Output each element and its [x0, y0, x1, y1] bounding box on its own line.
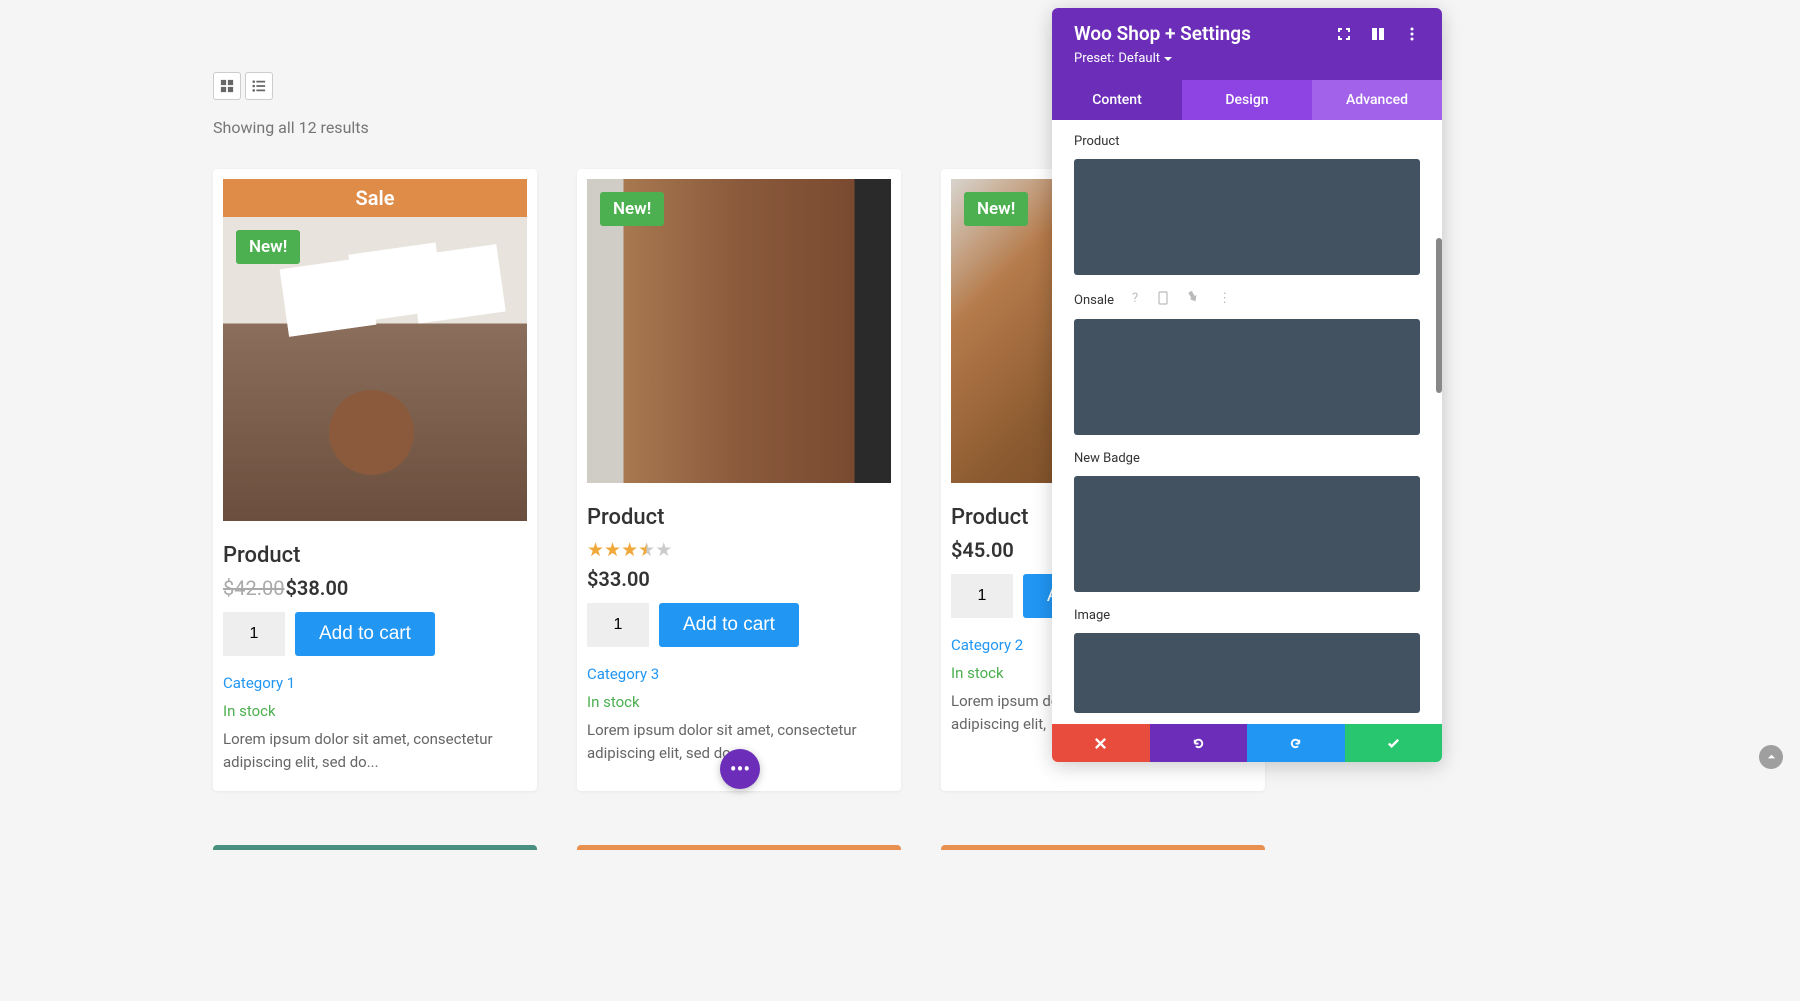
code-editor-product[interactable]: [1074, 159, 1420, 275]
add-to-cart-button[interactable]: Add to cart: [295, 612, 435, 656]
tab-content[interactable]: Content: [1052, 80, 1182, 120]
tab-design[interactable]: Design: [1182, 80, 1312, 120]
star-icon: ★: [638, 538, 655, 561]
new-badge: New!: [236, 230, 300, 264]
code-editor-image[interactable]: [1074, 633, 1420, 713]
star-icon: ★: [621, 538, 638, 561]
new-badge: New!: [600, 192, 664, 226]
star-icon: ★: [587, 538, 604, 561]
setting-label-onsale: Onsale: [1074, 293, 1114, 308]
save-button[interactable]: [1345, 724, 1443, 762]
sale-badge: Sale: [223, 179, 527, 217]
expand-icon[interactable]: [1336, 26, 1352, 42]
setting-label-image: Image: [1074, 608, 1420, 623]
product-title[interactable]: Product: [223, 543, 527, 568]
more-options-fab[interactable]: •••: [720, 749, 760, 789]
preset-selector[interactable]: Preset: Default: [1074, 51, 1420, 66]
hover-icon[interactable]: [1188, 291, 1198, 309]
mobile-icon[interactable]: [1158, 291, 1168, 309]
scroll-to-top-button[interactable]: [1759, 745, 1783, 769]
help-icon[interactable]: ?: [1132, 291, 1138, 309]
product-title[interactable]: Product: [587, 505, 891, 530]
grid-view-toggle[interactable]: [213, 72, 241, 100]
category-link[interactable]: Category 1: [223, 674, 527, 692]
setting-label-product: Product: [1074, 134, 1420, 149]
stock-status: In stock: [223, 702, 527, 720]
product-card-peek: [213, 845, 537, 850]
product-rating: ★ ★ ★ ★ ★: [587, 538, 891, 561]
code-editor-onsale[interactable]: [1074, 319, 1420, 435]
drag-icon[interactable]: [1370, 26, 1386, 42]
list-view-toggle[interactable]: [245, 72, 273, 100]
stock-status: In stock: [587, 693, 891, 711]
panel-title: Woo Shop + Settings: [1074, 22, 1251, 45]
scrollbar-thumb[interactable]: [1436, 238, 1442, 393]
redo-button[interactable]: [1247, 724, 1345, 762]
product-price: $33.00: [587, 567, 891, 591]
star-icon: ★: [655, 538, 672, 561]
star-icon: ★: [604, 538, 621, 561]
undo-button[interactable]: [1150, 724, 1248, 762]
product-card: Sale New! Product $42.00$38.00 Add to ca…: [213, 169, 537, 791]
tab-advanced[interactable]: Advanced: [1312, 80, 1442, 120]
product-card: New! Product ★ ★ ★ ★ ★ $33.00 Add to car…: [577, 169, 901, 791]
product-description: Lorem ipsum dolor sit amet, consectetur …: [223, 728, 527, 775]
code-editor-newbadge[interactable]: [1074, 476, 1420, 592]
category-link[interactable]: Category 3: [587, 665, 891, 683]
quantity-input[interactable]: [951, 574, 1013, 618]
more-icon[interactable]: [1404, 26, 1420, 42]
product-card-peek: [941, 845, 1265, 850]
add-to-cart-button[interactable]: Add to cart: [659, 603, 799, 647]
chevron-down-icon: [1164, 55, 1172, 63]
new-badge: New!: [964, 192, 1028, 226]
product-price: $42.00$38.00: [223, 576, 527, 600]
setting-label-newbadge: New Badge: [1074, 451, 1420, 466]
more-icon[interactable]: ⋮: [1218, 291, 1231, 309]
product-card-peek: [577, 845, 901, 850]
settings-panel: Woo Shop + Settings Preset: Default Cont…: [1052, 8, 1442, 762]
quantity-input[interactable]: [223, 612, 285, 656]
close-button[interactable]: [1052, 724, 1150, 762]
quantity-input[interactable]: [587, 603, 649, 647]
